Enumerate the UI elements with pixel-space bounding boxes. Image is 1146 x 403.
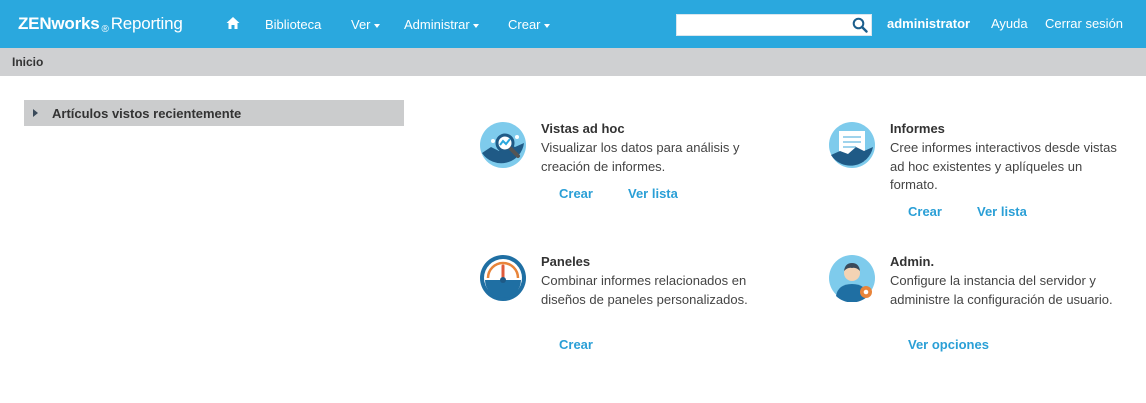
adhoc-view-icon	[480, 122, 526, 168]
dashboard-gauge-icon	[480, 255, 526, 301]
dashboards-create-link[interactable]: Crear	[559, 337, 593, 352]
adhoc-create-link[interactable]: Crear	[559, 186, 593, 201]
nav-crear[interactable]: Crear	[508, 17, 550, 32]
card-description: Visualizar los datos para análisis y cre…	[541, 140, 740, 174]
card-description: Combinar informes relacionados en diseño…	[541, 273, 748, 307]
nav-ver[interactable]: Ver	[351, 17, 380, 32]
card-description: Cree informes interactivos desde vistas …	[890, 140, 1117, 192]
search-box	[676, 14, 872, 36]
recent-items-panel[interactable]: Artículos vistos recientemente	[24, 100, 404, 126]
adhoc-view-list-link[interactable]: Ver lista	[628, 186, 678, 201]
nav-administrar-label: Administrar	[404, 17, 470, 32]
help-link[interactable]: Ayuda	[991, 16, 1028, 31]
brand-product: Reporting	[110, 14, 183, 33]
nav-crear-label: Crear	[508, 17, 541, 32]
search-icon[interactable]	[852, 17, 868, 33]
top-header-bar: ZENworks ® Reporting Biblioteca Ver Admini…	[0, 0, 1146, 48]
chevron-down-icon	[472, 23, 479, 28]
card-title: Informes	[890, 121, 945, 136]
brand-name: ZENworks	[18, 14, 100, 33]
card-title: Admin.	[890, 254, 935, 269]
reports-create-link[interactable]: Crear	[908, 204, 942, 219]
card-title: Paneles	[541, 254, 591, 269]
nav-biblioteca[interactable]: Biblioteca	[265, 17, 321, 32]
admin-view-options-link[interactable]: Ver opciones	[908, 337, 989, 352]
page-title: Inicio	[12, 55, 44, 69]
chevron-down-icon	[543, 23, 550, 28]
logout-link[interactable]: Cerrar sesión	[1045, 16, 1123, 31]
recent-items-label: Artículos vistos recientemente	[52, 106, 242, 121]
home-icon[interactable]	[226, 16, 240, 30]
brand-registered-mark: ®	[101, 24, 109, 35]
card-description: Configure la instancia del servidor y ad…	[890, 273, 1113, 307]
nav-administrar[interactable]: Administrar	[404, 17, 479, 32]
app-logo[interactable]: ZENworks ® Reporting	[18, 14, 183, 35]
card-title: Vistas ad hoc	[541, 121, 625, 136]
chevron-down-icon	[373, 23, 380, 28]
report-icon	[829, 122, 875, 168]
reports-view-list-link[interactable]: Ver lista	[977, 204, 1027, 219]
search-input[interactable]	[677, 15, 859, 35]
nav-ver-label: Ver	[351, 17, 371, 32]
breadcrumb-bar: Inicio	[0, 48, 1146, 76]
current-user[interactable]: administrator	[887, 16, 970, 31]
admin-user-icon	[829, 255, 875, 302]
expand-arrow-icon	[33, 109, 38, 117]
